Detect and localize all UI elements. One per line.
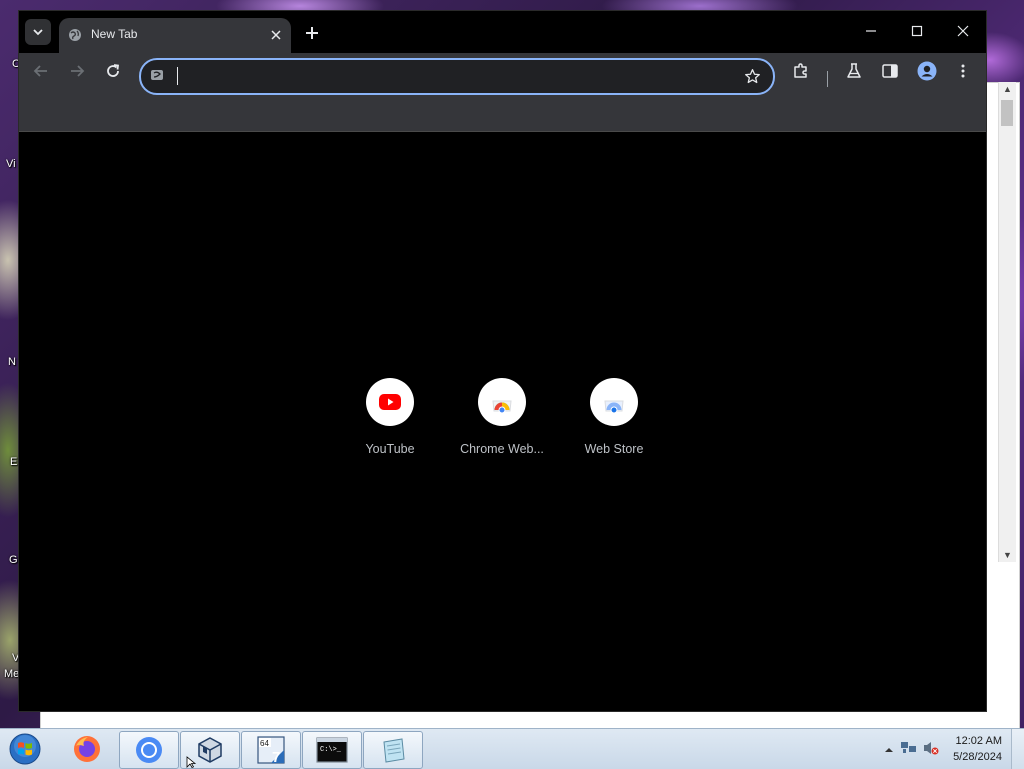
desktop-icon-label[interactable]: Vi	[6, 158, 16, 170]
reload-icon	[107, 64, 120, 77]
side-panel-button[interactable]	[877, 58, 903, 84]
network-tray-button[interactable]	[900, 740, 918, 761]
youtube-icon	[379, 394, 401, 410]
address-bar[interactable]	[139, 58, 775, 95]
show-desktop-button[interactable]	[1011, 729, 1024, 769]
shortcut-label: YouTube	[365, 442, 415, 456]
web-store-icon	[604, 400, 624, 414]
cmd-prompt-text: C:\>_	[320, 746, 342, 754]
close-icon	[271, 30, 281, 40]
maximize-button[interactable]	[894, 11, 940, 51]
shortcut-icon-tile	[478, 378, 526, 426]
labs-button[interactable]	[841, 58, 867, 84]
close-window-button[interactable]	[940, 11, 986, 51]
shortcut-icon-tile	[366, 378, 414, 426]
firefox-icon	[74, 736, 100, 762]
badge-7: 7	[272, 749, 280, 766]
side-panel-icon	[882, 64, 898, 78]
background-window-scrollbar[interactable]: ▲ ▼	[998, 82, 1016, 562]
mouse-cursor-icon	[186, 756, 197, 768]
desktop-icon-label[interactable]: Me	[4, 668, 19, 680]
toolbar-divider	[827, 71, 828, 87]
taskbar-win7-64[interactable]: 64 7	[241, 731, 301, 769]
star-icon	[744, 68, 760, 83]
shortcut-web-store[interactable]: Web Store	[558, 378, 670, 468]
chrome-window: New Tab YouTube Chrome Web... Web Store	[18, 10, 987, 712]
tab-close-button[interactable]	[267, 26, 285, 44]
chevron-down-icon	[33, 29, 43, 36]
win7-64-icon: 64 7	[257, 736, 285, 766]
arrow-left-icon	[33, 65, 47, 77]
virtualbox-icon	[198, 737, 222, 763]
notepad-icon	[383, 738, 405, 763]
address-input[interactable]	[175, 65, 719, 89]
new-tab-button[interactable]	[301, 22, 323, 44]
volume-tray-button[interactable]	[922, 740, 940, 761]
tab-title: New Tab	[91, 27, 138, 41]
network-icon	[901, 742, 916, 753]
badge-64: 64	[260, 739, 269, 748]
chevron-up-icon	[885, 748, 893, 752]
shortcut-label: Chrome Web...	[460, 442, 544, 456]
scroll-thumb[interactable]	[1001, 100, 1013, 126]
tab-new-tab[interactable]: New Tab	[59, 18, 291, 53]
scroll-up-icon[interactable]: ▲	[1003, 84, 1012, 94]
back-button[interactable]	[28, 58, 54, 84]
bookmark-star-button[interactable]	[743, 67, 761, 85]
taskbar-chromium[interactable]	[119, 731, 179, 769]
kebab-menu-icon	[961, 64, 965, 78]
shortcut-chrome-web-store[interactable]: Chrome Web...	[446, 378, 558, 468]
arrow-right-icon	[71, 65, 85, 77]
tab-search-button[interactable]	[25, 19, 51, 45]
shortcut-label: Web Store	[584, 442, 644, 456]
chrome-web-store-icon	[492, 400, 512, 414]
forward-button[interactable]	[64, 58, 90, 84]
taskbar-notepad[interactable]	[363, 731, 423, 769]
minimize-button[interactable]	[848, 11, 894, 51]
clock[interactable]: 12:02 AM 5/28/2024	[953, 733, 1002, 765]
extensions-button[interactable]	[788, 58, 814, 84]
desktop-icon-label[interactable]: N	[8, 356, 16, 368]
avatar-icon	[917, 61, 937, 81]
chromium-icon	[136, 737, 162, 763]
new-tab-page: YouTube Chrome Web... Web Store	[19, 132, 986, 711]
shortcut-icon-tile	[590, 378, 638, 426]
clock-date: 5/28/2024	[953, 751, 1002, 763]
text-cursor	[177, 67, 178, 85]
globe-icon	[69, 29, 81, 41]
puzzle-icon	[794, 63, 807, 78]
start-button[interactable]	[6, 731, 44, 767]
flask-icon	[847, 63, 861, 78]
system-tray: 12:02 AM 5/28/2024	[874, 729, 1024, 769]
windows-start-icon	[9, 733, 41, 765]
scroll-down-icon[interactable]: ▼	[1003, 550, 1012, 560]
minimize-icon	[866, 30, 876, 32]
reload-button[interactable]	[100, 58, 126, 84]
taskbar-cmd[interactable]: C:\>_	[302, 731, 362, 769]
volume-muted-icon	[924, 742, 939, 755]
plus-icon	[306, 27, 318, 39]
close-icon	[957, 25, 969, 37]
show-hidden-icons-button[interactable]	[884, 742, 894, 760]
toolbar	[19, 53, 986, 132]
desktop-icon-label[interactable]: E	[10, 456, 17, 468]
clock-time: 12:02 AM	[955, 735, 1002, 747]
desktop-icon-label[interactable]: G	[9, 554, 18, 566]
taskbar: 64 7 C:\>_ 12:02 AM 5/28/2024	[0, 728, 1024, 769]
profile-button[interactable]	[914, 58, 940, 84]
chrome-menu-button[interactable]	[950, 58, 976, 84]
title-bar[interactable]: New Tab	[19, 11, 986, 53]
chrome-page-icon	[151, 70, 163, 80]
cmd-icon: C:\>_	[316, 737, 348, 763]
taskbar-firefox[interactable]	[58, 731, 116, 767]
maximize-icon	[911, 25, 923, 37]
shortcut-youtube[interactable]: YouTube	[334, 378, 446, 468]
